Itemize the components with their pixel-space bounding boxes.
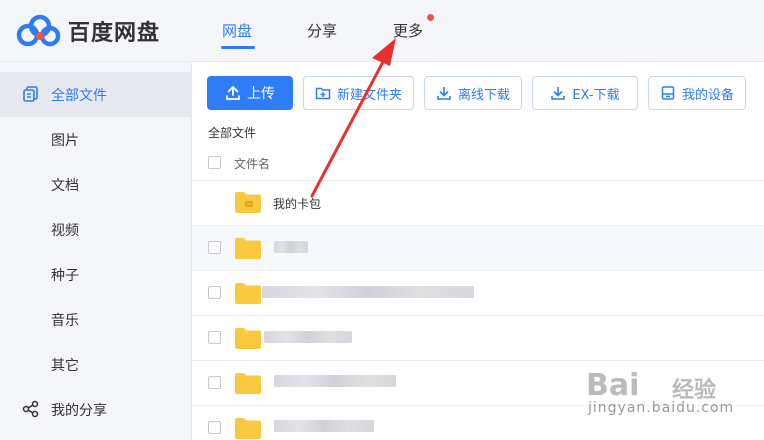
my-devices-button[interactable]: 我的设备 — [648, 76, 746, 110]
new-folder-icon — [315, 87, 331, 100]
sidebar-item-label: 文档 — [51, 177, 79, 194]
sidebar-item-label: 视频 — [51, 222, 79, 239]
download-icon — [437, 87, 451, 100]
upload-icon — [226, 86, 240, 100]
offline-download-button-label: 离线下载 — [457, 87, 510, 103]
folder-icon — [235, 373, 261, 394]
tab-more[interactable]: 更多 — [393, 20, 423, 41]
my-devices-button-label: 我的设备 — [681, 87, 734, 103]
column-header-filename[interactable]: 文件名 — [234, 155, 270, 172]
sidebar: 全部文件 图片 文档 视频 种子 音乐 其它 我的分享 — [0, 62, 192, 440]
upload-button-label: 上传 — [247, 86, 275, 102]
notification-dot — [427, 14, 434, 21]
sidebar-item-music[interactable]: 音乐 — [0, 297, 191, 342]
blurred-file-name — [274, 420, 374, 432]
blurred-file-name — [274, 241, 308, 253]
download-icon — [551, 87, 566, 100]
tab-netdisk[interactable]: 网盘 — [222, 20, 252, 41]
blurred-file-name — [264, 331, 352, 343]
sidebar-item-label: 音乐 — [51, 312, 79, 329]
select-all-checkbox[interactable] — [208, 156, 221, 169]
sidebar-item-label: 其它 — [51, 357, 79, 374]
row-checkbox[interactable] — [208, 376, 221, 389]
sidebar-item-torrents[interactable]: 种子 — [0, 252, 191, 297]
sidebar-item-documents[interactable]: 文档 — [0, 162, 191, 207]
new-folder-button[interactable]: 新建文件夹 — [303, 76, 414, 110]
blurred-file-name — [262, 286, 474, 298]
device-icon — [661, 86, 675, 100]
top-bar: 百度网盘 网盘 分享 更多 — [0, 0, 764, 62]
row-checkbox[interactable] — [208, 286, 221, 299]
card-wallet-folder-icon — [235, 192, 261, 213]
sidebar-item-label: 我的分享 — [51, 402, 107, 419]
sidebar-item-my-shares[interactable]: 我的分享 — [0, 387, 191, 432]
sidebar-item-other[interactable]: 其它 — [0, 342, 191, 387]
watermark-brand: Bai — [586, 368, 640, 403]
folder-icon — [235, 283, 261, 304]
row-checkbox[interactable] — [208, 421, 221, 434]
app-logo[interactable]: 百度网盘 — [16, 12, 160, 50]
folder-icon — [235, 418, 261, 439]
offline-download-button[interactable]: 离线下载 — [424, 76, 522, 110]
sidebar-item-label: 图片 — [51, 132, 79, 149]
blurred-file-name — [274, 375, 396, 387]
share-icon — [22, 400, 39, 418]
sidebar-item-all-files[interactable]: 全部文件 — [0, 72, 191, 117]
row-checkbox[interactable] — [208, 241, 221, 254]
breadcrumb[interactable]: 全部文件 — [208, 124, 256, 141]
ex-download-button-label: EX-下载 — [572, 87, 620, 103]
sidebar-item-videos[interactable]: 视频 — [0, 207, 191, 252]
sidebar-item-label: 全部文件 — [51, 87, 107, 104]
upload-button[interactable]: 上传 — [207, 76, 293, 110]
sidebar-item-images[interactable]: 图片 — [0, 117, 191, 162]
files-icon — [23, 86, 38, 102]
tab-share[interactable]: 分享 — [307, 20, 337, 41]
ex-download-button[interactable]: EX-下载 — [532, 76, 638, 110]
watermark-url: jingyan.baidu.com — [588, 400, 735, 416]
active-tab-indicator — [221, 46, 255, 49]
folder-icon — [235, 328, 261, 349]
app-title: 百度网盘 — [68, 21, 161, 46]
file-name[interactable]: 我的卡包 — [273, 195, 321, 212]
row-checkbox[interactable] — [208, 331, 221, 344]
sidebar-item-label: 种子 — [51, 267, 79, 284]
baidu-cloud-logo-icon — [16, 14, 61, 47]
new-folder-button-label: 新建文件夹 — [336, 87, 402, 103]
folder-icon — [235, 238, 261, 259]
